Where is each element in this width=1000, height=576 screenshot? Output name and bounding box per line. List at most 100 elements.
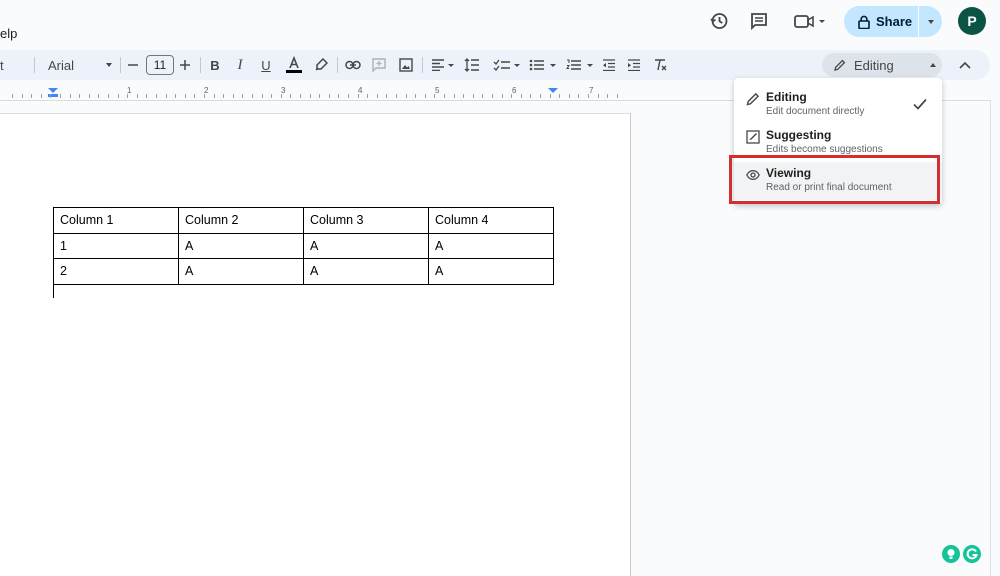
numbered-list-icon[interactable] <box>565 56 595 74</box>
table-cell[interactable]: 1 <box>53 232 179 259</box>
ruler-tick <box>262 94 263 98</box>
ruler-tick <box>214 94 215 98</box>
table-cell[interactable]: Column 1 <box>53 207 179 234</box>
link-icon[interactable] <box>344 56 362 74</box>
increase-size-icon[interactable] <box>178 56 192 74</box>
toolbar-divider <box>120 57 121 73</box>
suggest-icon <box>746 130 760 144</box>
table-cell[interactable]: 2 <box>53 258 179 285</box>
checklist-icon[interactable] <box>492 56 522 74</box>
document-page[interactable]: Column 1 Column 2 Column 3 Column 4 1 A … <box>0 113 631 576</box>
insert-image-icon[interactable] <box>398 56 414 74</box>
decrease-size-icon[interactable] <box>126 56 140 74</box>
scrollbar[interactable] <box>990 100 1000 576</box>
add-comment-icon[interactable] <box>371 56 387 74</box>
table-row: 1 A A A <box>53 232 554 259</box>
style-select-fragment[interactable]: t <box>0 56 4 74</box>
ruler-tick <box>358 94 359 98</box>
share-label: Share <box>876 14 913 29</box>
highlight-icon[interactable] <box>313 56 329 74</box>
decrease-indent-icon[interactable] <box>601 56 617 74</box>
ruler-tick <box>348 94 349 98</box>
meet-icon[interactable] <box>792 10 828 32</box>
ruler[interactable]: 1 2 3 4 5 6 7 <box>0 86 630 100</box>
grammarly-g-icon[interactable] <box>963 545 981 563</box>
mode-label: Editing <box>854 57 894 73</box>
ruler-tick <box>300 94 301 98</box>
ruler-tick <box>223 94 224 98</box>
line-spacing-icon[interactable] <box>463 56 481 74</box>
bulleted-list-icon[interactable] <box>528 56 558 74</box>
ruler-tick <box>271 94 272 98</box>
chevron-down-icon <box>106 63 112 67</box>
ruler-tick <box>166 94 167 98</box>
menu-item-editing[interactable]: Editing Edit document directly <box>734 86 942 124</box>
table-cell[interactable]: A <box>178 232 304 259</box>
table-cell[interactable]: A <box>303 258 429 285</box>
ruler-tick <box>511 94 512 98</box>
ruler-tick <box>252 94 253 98</box>
table-cell[interactable]: A <box>428 258 554 285</box>
ruler-tick <box>118 94 119 98</box>
ruler-tick <box>367 94 368 98</box>
ruler-tick <box>41 94 42 98</box>
ruler-tick <box>482 94 483 98</box>
toolbar-divider <box>422 57 423 73</box>
table-cell[interactable]: A <box>178 258 304 285</box>
ruler-tick <box>31 94 32 98</box>
share-dropdown-button[interactable] <box>919 19 942 24</box>
collapse-menu-icon[interactable] <box>956 56 974 74</box>
ruler-tick <box>444 94 445 98</box>
ruler-tick <box>502 94 503 98</box>
menu-item-title: Suggesting <box>766 128 832 142</box>
toolbar-divider <box>337 57 338 73</box>
ruler-tick <box>146 94 147 98</box>
align-icon[interactable] <box>430 56 456 74</box>
pencil-icon <box>746 92 760 106</box>
bold-icon[interactable]: B <box>208 56 222 74</box>
menu-item-title: Editing <box>766 90 807 104</box>
table-cell[interactable]: Column 2 <box>178 207 304 234</box>
clear-formatting-icon[interactable] <box>652 56 668 74</box>
ruler-tick <box>425 94 426 98</box>
ruler-tick <box>492 94 493 98</box>
ruler-tick <box>70 94 71 98</box>
text-color-icon[interactable] <box>285 56 303 74</box>
ruler-tick <box>204 94 205 98</box>
table-row: Column 1 Column 2 Column 3 Column 4 <box>53 207 554 234</box>
ruler-tick <box>98 94 99 98</box>
font-name: Arial <box>48 57 75 73</box>
ruler-tick <box>559 94 560 98</box>
font-size-input[interactable]: 11 <box>146 55 174 75</box>
ruler-number: 5 <box>435 86 440 95</box>
increase-indent-icon[interactable] <box>626 56 642 74</box>
underline-icon[interactable]: U <box>259 56 273 74</box>
document-table[interactable]: Column 1 Column 2 Column 3 Column 4 1 A … <box>53 207 554 285</box>
highlight-annotation-box <box>729 155 940 204</box>
table-cell[interactable]: A <box>428 232 554 259</box>
ruler-tick <box>310 94 311 98</box>
menu-help[interactable]: elp <box>0 26 17 41</box>
ruler-tick <box>22 94 23 98</box>
italic-icon[interactable]: I <box>233 56 247 74</box>
pencil-icon <box>834 59 846 71</box>
history-icon[interactable] <box>708 10 730 32</box>
grammarly-bulb-icon[interactable] <box>942 545 960 563</box>
ruler-tick <box>540 94 541 98</box>
share-button[interactable]: Share <box>844 6 942 37</box>
ruler-tick <box>194 94 195 98</box>
mode-select-button[interactable]: Editing <box>822 53 942 77</box>
toolbar: t Arial 11 B I U Editing <box>0 50 990 80</box>
grammarly-widget[interactable] <box>942 542 984 566</box>
ruler-tick <box>137 94 138 98</box>
ruler-tick <box>233 94 234 98</box>
ruler-tick <box>415 94 416 98</box>
avatar[interactable]: P <box>958 7 986 35</box>
ruler-tick <box>578 94 579 98</box>
comment-icon[interactable] <box>748 10 770 32</box>
table-cell[interactable]: Column 4 <box>428 207 554 234</box>
table-cell[interactable]: A <box>303 232 429 259</box>
font-select[interactable]: Arial <box>48 56 112 74</box>
table-cell[interactable]: Column 3 <box>303 207 429 234</box>
ruler-tick <box>463 94 464 98</box>
